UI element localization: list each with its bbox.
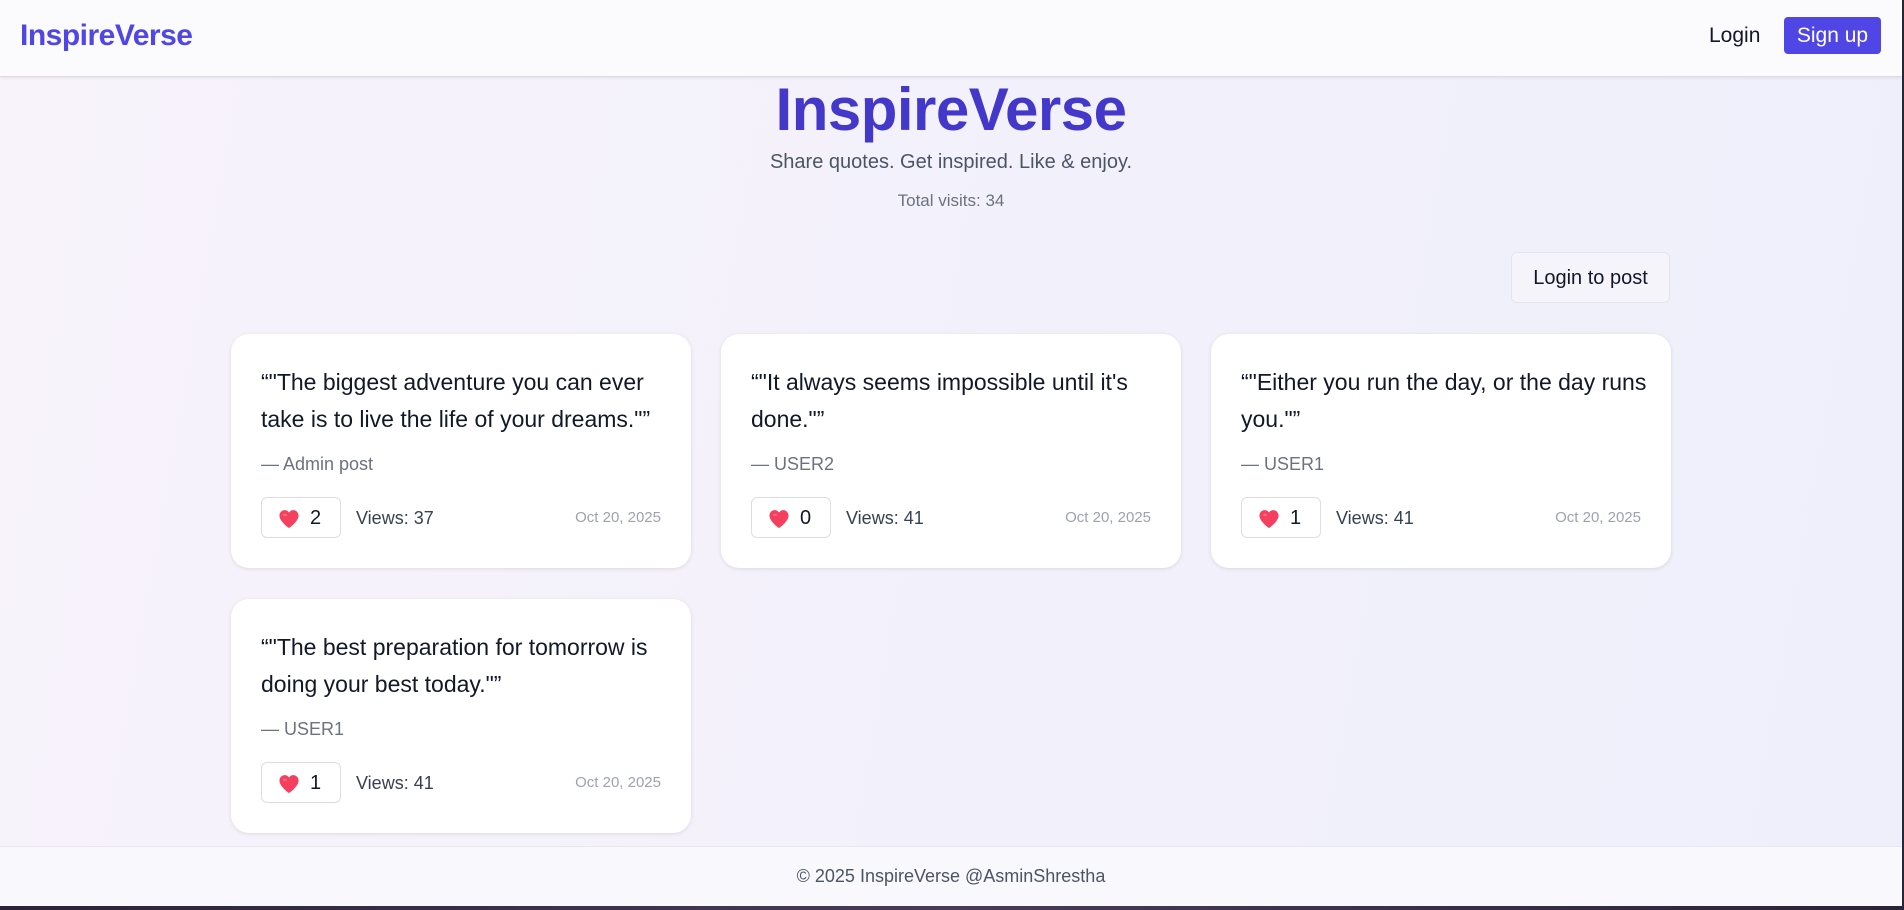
quote-card: “"The biggest adventure you can ever tak…	[231, 334, 691, 568]
quote-author: — USER2	[751, 454, 835, 474]
view-count: Views: 41	[1336, 508, 1414, 528]
like-count: 1	[1290, 507, 1302, 529]
post-date: Oct 20, 2025	[575, 509, 661, 526]
view-count: Views: 37	[356, 508, 434, 528]
total-visits: Total visits: 34	[897, 191, 1005, 210]
quote-author: — USER1	[1241, 454, 1325, 474]
hero-subtitle: Share quotes. Get inspired. Like & enjoy…	[769, 151, 1133, 173]
like-button[interactable]: 0	[751, 497, 831, 538]
login-to-post-button[interactable]: Login to post	[1511, 252, 1670, 303]
window-bottom-edge	[0, 906, 1904, 910]
quote-text: “"It always seems impossible until it's …	[751, 369, 1128, 432]
quote-author: — USER1	[261, 719, 345, 739]
heart-icon	[279, 775, 299, 794]
quote-card: “"Either you run the day, or the day run…	[1211, 334, 1671, 568]
quote-author: — Admin post	[261, 454, 374, 474]
like-button[interactable]: 2	[261, 497, 341, 538]
page-footer: © 2025 InspireVerse @AsminShrestha	[0, 846, 1902, 907]
quote-text: “"Either you run the day, or the day run…	[1241, 369, 1647, 432]
view-count: Views: 41	[846, 508, 924, 528]
post-date: Oct 20, 2025	[575, 774, 661, 791]
like-count: 2	[310, 507, 322, 529]
heart-icon	[769, 510, 789, 529]
like-button[interactable]: 1	[261, 762, 341, 803]
like-count: 1	[310, 772, 322, 794]
footer-copyright: © 2025 InspireVerse @AsminShrestha	[796, 866, 1106, 886]
heart-icon	[279, 510, 299, 529]
quote-card: “"The best preparation for tomorrow is d…	[231, 599, 691, 833]
brand-logo[interactable]: InspireVerse	[20, 19, 193, 53]
login-link[interactable]: Login	[1709, 24, 1760, 48]
quote-card: “"It always seems impossible until it's …	[721, 334, 1181, 568]
hero-title: InspireVerse	[775, 76, 1127, 143]
like-button[interactable]: 1	[1241, 497, 1321, 538]
view-count: Views: 41	[356, 773, 434, 793]
post-date: Oct 20, 2025	[1065, 509, 1151, 526]
heart-icon	[1259, 510, 1279, 529]
post-date: Oct 20, 2025	[1555, 509, 1641, 526]
signup-button[interactable]: Sign up	[1784, 17, 1881, 54]
quote-text: “"The best preparation for tomorrow is d…	[261, 634, 648, 697]
quote-text: “"The biggest adventure you can ever tak…	[261, 369, 651, 432]
top-navbar: InspireVerse Login Sign up	[0, 0, 1902, 77]
like-count: 0	[800, 507, 812, 529]
